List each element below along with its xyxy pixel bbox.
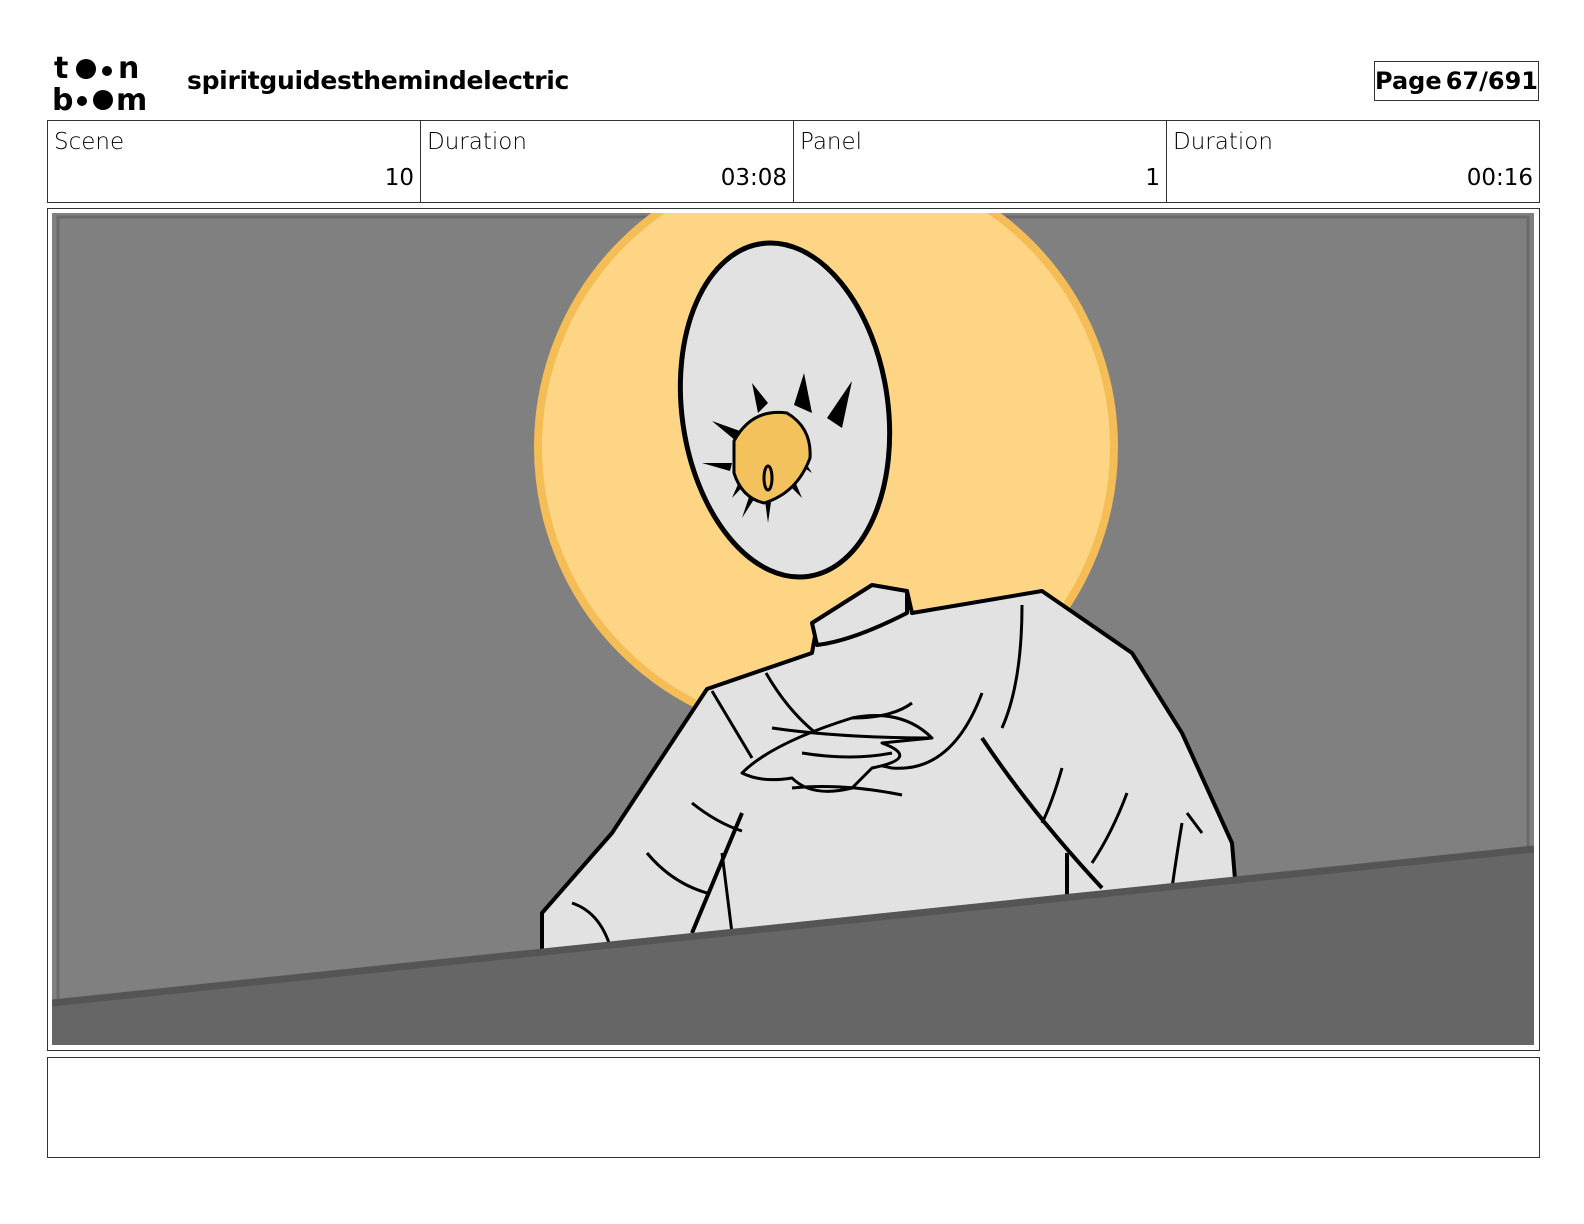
panel-duration-label: Duration bbox=[1173, 129, 1273, 155]
scene-cell: Scene 10 bbox=[48, 121, 421, 202]
scene-value: 10 bbox=[384, 165, 414, 191]
panel-duration-value: 00:16 bbox=[1466, 165, 1533, 191]
scene-label: Scene bbox=[54, 129, 125, 155]
page-number: 67/691 bbox=[1445, 67, 1538, 95]
panel-label: Panel bbox=[800, 129, 863, 155]
scene-duration-cell: Duration 03:08 bbox=[421, 121, 794, 202]
page-label: Page bbox=[1375, 67, 1442, 95]
svg-text:b: b bbox=[52, 83, 73, 112]
panel-value: 1 bbox=[1145, 165, 1160, 191]
scene-duration-value: 03:08 bbox=[720, 165, 787, 191]
panel-drawing bbox=[52, 213, 1534, 1045]
panel-cell: Panel 1 bbox=[794, 121, 1167, 202]
storyboard-panel bbox=[47, 208, 1540, 1051]
panel-duration-cell: Duration 00:16 bbox=[1167, 121, 1539, 202]
page-indicator: Page 67/691 bbox=[1374, 61, 1539, 101]
scene-duration-label: Duration bbox=[427, 129, 527, 155]
project-title: spiritguidesthemindelectric bbox=[187, 66, 570, 95]
svg-text:n: n bbox=[118, 52, 139, 86]
scene-info-table: Scene 10 Duration 03:08 Panel 1 Duration… bbox=[47, 120, 1540, 203]
toonboom-logo: t n b m bbox=[52, 51, 164, 118]
panel-notes bbox=[47, 1057, 1540, 1158]
svg-text:m: m bbox=[116, 83, 147, 112]
svg-text:t: t bbox=[54, 52, 68, 86]
